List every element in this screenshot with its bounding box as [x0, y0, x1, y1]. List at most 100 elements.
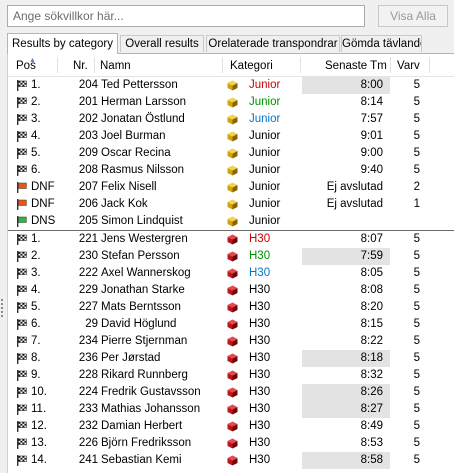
last-time-cell: 8:14 [360, 96, 383, 108]
table-row[interactable]: 2. 230 Stefan Persson H30 7:59 5 [8, 248, 454, 265]
category-cell: Junior [249, 96, 281, 108]
number-cell: 204 [78, 79, 98, 91]
position-cell: 8. [31, 352, 41, 364]
laps-cell: 5 [413, 147, 420, 159]
table-row[interactable]: 10. 224 Fredrik Gustavsson H30 8:26 5 [8, 384, 454, 401]
last-time-cell: 9:01 [360, 130, 383, 142]
number-cell: 208 [78, 164, 98, 176]
junior-cube-icon [227, 148, 238, 159]
category-cell: H30 [249, 386, 271, 398]
number-cell: 229 [78, 284, 98, 296]
table-row[interactable]: 4. 203 Joel Burman Junior 9:01 5 [8, 128, 454, 145]
table-row[interactable]: 7. 234 Pierre Stjernman H30 8:22 5 [8, 333, 454, 350]
table-row[interactable]: 2. 201 Herman Larsson Junior 8:14 5 [8, 94, 454, 111]
name-cell: Jens Westergren [101, 233, 188, 245]
column-header-laps[interactable]: Varv [397, 58, 420, 74]
last-time-cell: 8:49 [360, 420, 383, 432]
number-cell: 201 [78, 96, 98, 108]
checkered-flag-icon [16, 97, 27, 108]
column-header-name[interactable]: Namn [100, 58, 131, 74]
table-row[interactable]: 6. 29 David Höglund H30 8:15 5 [8, 316, 454, 333]
position-cell: 12. [31, 420, 47, 432]
last-time-cell: 8:22 [360, 335, 383, 347]
position-cell: 2. [31, 96, 41, 108]
laps-cell: 5 [413, 130, 420, 142]
last-time-cell: 8:20 [360, 301, 383, 313]
tab-unrelated-transponders[interactable]: Orelaterade transpondrar [206, 35, 340, 52]
column-header-category[interactable]: Kategori [230, 58, 273, 74]
laps-cell: 5 [413, 284, 420, 296]
table-row[interactable]: 14. 241 Sebastian Kemi H30 8:58 5 [8, 452, 454, 469]
category-cell: Junior [249, 130, 281, 142]
h30-cube-icon [227, 285, 238, 296]
name-cell: Mathias Johansson [101, 403, 201, 415]
h30-cube-icon [227, 438, 238, 449]
h30-cube-icon [227, 404, 238, 415]
laps-cell: 5 [413, 335, 420, 347]
checkered-flag-icon [16, 251, 27, 262]
position-cell: 5. [31, 147, 41, 159]
table-row[interactable]: 1. 221 Jens Westergren H30 8:07 5 [8, 230, 454, 248]
tab-overall-results[interactable]: Overall results [120, 35, 204, 52]
laps-cell: 5 [413, 164, 420, 176]
orange-flag-icon [16, 199, 27, 210]
name-cell: Jonatan Östlund [101, 113, 185, 125]
table-row[interactable]: DNF 207 Felix Nisell Junior Ej avslutad 2 [8, 179, 454, 196]
category-cell: H30 [249, 284, 271, 296]
checkered-flag-icon [16, 114, 27, 125]
table-row[interactable]: 11. 233 Mathias Johansson H30 8:27 5 [8, 401, 454, 418]
tab-results-by-category[interactable]: Results by category [7, 33, 118, 54]
last-time-cell: 8:00 [302, 77, 390, 94]
last-time-cell: 8:27 [302, 401, 390, 418]
junior-cube-icon [227, 165, 238, 176]
splitter-grip-icon[interactable] [0, 295, 4, 355]
table-row[interactable]: 5. 227 Mats Berntsson H30 8:20 5 [8, 299, 454, 316]
laps-cell: 5 [413, 437, 420, 449]
h30-cube-icon [227, 268, 238, 279]
category-cell: Junior [249, 215, 281, 227]
junior-cube-icon [227, 97, 238, 108]
checkered-flag-icon [16, 302, 27, 313]
show-all-button[interactable]: Visa Alla [378, 5, 448, 27]
junior-cube-icon [227, 80, 238, 91]
category-cell: H30 [249, 437, 271, 449]
number-cell: 232 [78, 420, 98, 432]
table-row[interactable]: 4. 229 Jonathan Starke H30 8:08 5 [8, 282, 454, 299]
search-input[interactable] [7, 5, 365, 27]
name-cell: Axel Wannerskog [101, 267, 191, 279]
table-row[interactable]: 8. 236 Per Jørstad H30 8:18 5 [8, 350, 454, 367]
name-cell: Damian Herbert [101, 420, 183, 432]
last-time-cell: 9:00 [360, 147, 383, 159]
table-row[interactable]: 9. 228 Rikard Runnberg H30 8:32 5 [8, 367, 454, 384]
number-cell: 230 [78, 250, 98, 262]
table-row[interactable]: 6. 208 Rasmus Nilsson Junior 9:40 5 [8, 162, 454, 179]
table-row[interactable]: 5. 209 Oscar Recina Junior 9:00 5 [8, 145, 454, 162]
laps-cell: 5 [413, 250, 420, 262]
table-row[interactable]: 12. 232 Damian Herbert H30 8:49 5 [8, 418, 454, 435]
table-row[interactable]: 13. 226 Björn Fredriksson H30 8:53 5 [8, 435, 454, 452]
name-cell: David Höglund [101, 318, 177, 330]
table-row[interactable]: 1. 204 Ted Pettersson Junior 8:00 5 [8, 77, 454, 94]
table-row[interactable]: 3. 222 Axel Wannerskog H30 8:05 5 [8, 265, 454, 282]
last-time-cell: 9:40 [360, 164, 383, 176]
column-header-last-time[interactable]: Senaste Tm [325, 58, 387, 74]
position-cell: 9. [31, 369, 41, 381]
column-header-pos[interactable]: ▲ Pos [16, 57, 36, 74]
name-cell: Herman Larsson [101, 96, 187, 108]
table-row[interactable]: DNF 206 Jack Kok Junior Ej avslutad 1 [8, 196, 454, 213]
checkered-flag-icon [16, 353, 27, 364]
tab-hidden-competitors[interactable]: Gömda tävlande [341, 35, 422, 52]
table-header: ▲ Pos Nr. Namn Kategori Senaste Tm Varv [8, 54, 454, 77]
name-cell: Rikard Runnberg [101, 369, 188, 381]
table-row[interactable]: 3. 202 Jonatan Östlund Junior 7:57 5 [8, 111, 454, 128]
category-cell: H30 [249, 369, 271, 381]
h30-cube-icon [227, 370, 238, 381]
laps-cell: 5 [413, 96, 420, 108]
column-header-nr[interactable]: Nr. [73, 58, 88, 74]
name-cell: Fredrik Gustavsson [101, 386, 201, 398]
table-row[interactable]: DNS 205 Simon Lindquist Junior [8, 213, 454, 230]
last-time-cell: Ej avslutad [326, 198, 383, 210]
number-cell: 236 [78, 352, 98, 364]
number-cell: 227 [78, 301, 98, 313]
position-cell: 10. [31, 386, 47, 398]
